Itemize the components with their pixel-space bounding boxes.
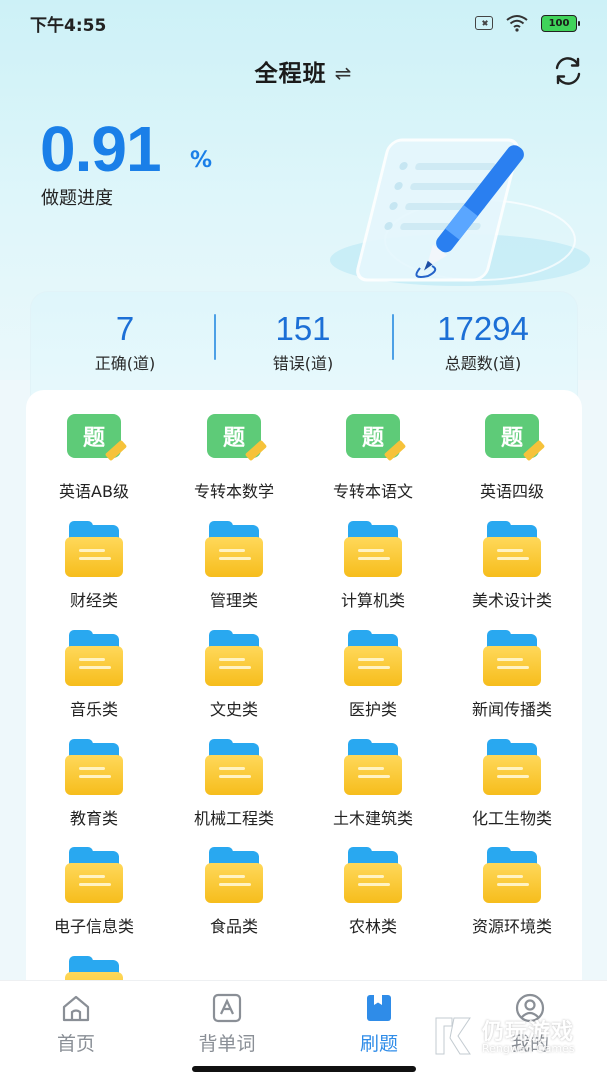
status-icons: 100 — [475, 14, 580, 32]
home-indicator — [192, 1066, 416, 1072]
folder-icon — [61, 847, 127, 907]
category-label: 计算机类 — [340, 591, 405, 610]
stat-value: 7 — [115, 310, 135, 347]
category-item[interactable]: 机械工程类 — [164, 739, 304, 829]
folder-icon — [201, 739, 267, 799]
category-item[interactable]: 医护类 — [303, 630, 443, 720]
stat-correct: 7 正确(道) — [35, 310, 215, 374]
stat-wrong[interactable]: 151 错误(道) — [213, 310, 393, 374]
category-label: 英语AB级 — [59, 482, 129, 501]
status-time: 下午4:55 — [30, 15, 107, 36]
category-item[interactable]: 美术设计类 — [442, 521, 582, 611]
category-label: 电子信息类 — [53, 917, 134, 936]
home-icon — [62, 995, 90, 1022]
category-label: 教育类 — [69, 809, 118, 828]
progress-value: 0.91 — [40, 113, 162, 185]
category-item[interactable]: 财经类 — [24, 521, 164, 611]
class-switcher[interactable]: 全程班 ⇌ — [0, 54, 607, 88]
category-item[interactable]: 土木建筑类 — [303, 739, 443, 829]
question-book-icon: 题 — [201, 412, 268, 472]
category-item[interactable]: 题英语AB级 — [24, 412, 164, 502]
category-item[interactable]: 农林类 — [303, 847, 443, 937]
watermark-subtitle: Rengwan Games — [482, 1042, 575, 1055]
title-row: 全程班 ⇌ — [0, 50, 607, 90]
category-item[interactable]: 题英语四级 — [442, 412, 582, 502]
category-label: 音乐类 — [69, 700, 118, 719]
category-label: 机械工程类 — [193, 809, 274, 828]
progress-label: 做题进度 — [41, 188, 113, 209]
category-label: 化工生物类 — [471, 809, 552, 828]
category-label: 新闻传播类 — [471, 700, 552, 719]
folder-icon — [479, 521, 545, 581]
folder-icon — [61, 521, 127, 581]
category-item[interactable]: 题专转本数学 — [164, 412, 304, 502]
category-item[interactable]: 化工生物类 — [442, 739, 582, 829]
stat-label: 错误(道) — [272, 354, 334, 373]
category-item[interactable]: 计算机类 — [303, 521, 443, 611]
stat-value: 17294 — [437, 310, 529, 347]
question-book-icon: 题 — [340, 412, 407, 472]
battery-icon: 100 — [541, 14, 580, 32]
category-label: 土木建筑类 — [332, 809, 413, 828]
folder-icon — [61, 630, 127, 690]
stat-value: 151 — [275, 310, 331, 347]
category-item[interactable]: 新闻传播类 — [442, 630, 582, 720]
stat-total: 17294 总题数(道) — [393, 310, 573, 374]
nav-practice[interactable]: 刷题 — [329, 993, 429, 1056]
stat-label: 正确(道) — [94, 354, 156, 373]
nav-label: 首页 — [56, 1033, 95, 1055]
category-item[interactable]: 管理类 — [164, 521, 304, 611]
folder-icon — [479, 739, 545, 799]
folder-icon — [201, 521, 267, 581]
category-item[interactable]: 文史类 — [164, 630, 304, 720]
watermark: 仍玩游戏 Rengwan Games — [428, 1012, 598, 1062]
category-label: 医护类 — [348, 700, 397, 719]
folder-icon — [61, 739, 127, 799]
stat-label: 总题数(道) — [444, 354, 522, 373]
category-label: 财经类 — [69, 591, 118, 610]
word-card-icon — [212, 993, 242, 1023]
category-item[interactable]: 音乐类 — [24, 630, 164, 720]
folder-icon — [340, 521, 406, 581]
folder-icon — [340, 739, 406, 799]
clipboard-pen-illustration — [330, 138, 590, 286]
status-bar: 下午4:55 100 — [0, 0, 607, 46]
category-label: 英语四级 — [479, 482, 544, 501]
category-item[interactable]: 教育类 — [24, 739, 164, 829]
category-item[interactable]: 电子信息类 — [24, 847, 164, 937]
nav-label: 背单词 — [198, 1033, 256, 1055]
question-book-icon: 题 — [479, 412, 546, 472]
swap-icon: ⇌ — [334, 61, 353, 85]
wifi-icon — [506, 15, 528, 32]
page-title: 全程班 — [254, 61, 327, 87]
category-label: 专转本语文 — [332, 482, 413, 501]
category-item[interactable]: 食品类 — [164, 847, 304, 937]
nav-label: 刷题 — [359, 1033, 398, 1055]
folder-icon — [201, 630, 267, 690]
folder-icon — [201, 847, 267, 907]
folder-icon — [479, 630, 545, 690]
category-label: 文史类 — [209, 700, 258, 719]
category-item[interactable]: 题专转本语文 — [303, 412, 443, 502]
category-panel: 题英语AB级题专转本数学题专转本语文题英语四级 财经类 管理类 计算机类 美术设计类 音乐… — [24, 390, 582, 1012]
refresh-icon[interactable] — [551, 54, 585, 88]
category-label: 管理类 — [209, 591, 258, 610]
watermark-logo-icon — [435, 1017, 471, 1055]
nav-words[interactable]: 背单词 — [177, 993, 277, 1056]
category-label: 美术设计类 — [471, 591, 552, 610]
question-book-icon: 题 — [61, 412, 128, 472]
practice-book-icon — [367, 995, 391, 1021]
category-label: 资源环境类 — [471, 917, 552, 936]
folder-icon — [479, 847, 545, 907]
nav-home[interactable]: 首页 — [26, 993, 126, 1056]
category-label: 食品类 — [209, 917, 258, 936]
category-label: 专转本数学 — [193, 482, 274, 501]
category-item[interactable]: 资源环境类 — [442, 847, 582, 937]
category-label: 农林类 — [348, 917, 397, 936]
folder-icon — [340, 847, 406, 907]
progress-unit: % — [190, 148, 213, 173]
no-sim-icon — [475, 16, 493, 30]
folder-icon — [340, 630, 406, 690]
